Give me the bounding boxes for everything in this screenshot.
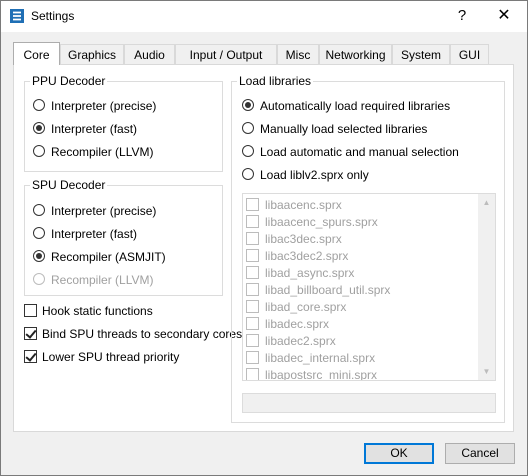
list-item: libadec_internal.sprx xyxy=(244,350,478,367)
scroll-down-icon[interactable]: ▼ xyxy=(478,363,495,380)
tab-graphics[interactable]: Graphics xyxy=(60,44,124,64)
tab-networking[interactable]: Networking xyxy=(319,44,392,64)
checkbox xyxy=(246,266,259,279)
radio-label: Interpreter (precise) xyxy=(51,99,157,113)
tab-audio[interactable]: Audio xyxy=(124,44,175,64)
radio-label: Load automatic and manual selection xyxy=(260,145,459,159)
list-item-label: libac3dec.sprx xyxy=(265,232,342,246)
checkbox-label: Hook static functions xyxy=(42,304,153,318)
list-item: libapostsrc_mini.sprx xyxy=(244,367,478,381)
checkbox xyxy=(246,249,259,262)
spu-decoder-group: SPU Decoder Interpreter (precise) Interp… xyxy=(24,178,223,296)
checkbox[interactable] xyxy=(24,327,37,340)
library-filter-input[interactable] xyxy=(242,393,496,413)
list-item-label: libac3dec2.sprx xyxy=(265,249,349,263)
list-item-label: libad_billboard_util.sprx xyxy=(265,283,391,297)
close-button[interactable]: ✕ xyxy=(493,5,515,27)
core-tab-panel: PPU Decoder Interpreter (precise) Interp… xyxy=(13,64,514,432)
ppu-decoder-title: PPU Decoder xyxy=(30,74,108,88)
list-item: libadec.sprx xyxy=(244,316,478,333)
radio-label: Recompiler (LLVM) xyxy=(51,145,154,159)
radio-label: Recompiler (ASMJIT) xyxy=(51,250,166,264)
library-list[interactable]: libaacenc.sprx libaacenc_spurs.sprx liba… xyxy=(242,193,496,381)
tab-core[interactable]: Core xyxy=(13,42,60,65)
tab-gui[interactable]: GUI xyxy=(450,44,489,64)
list-item-label: libadec2.sprx xyxy=(265,334,336,348)
checkbox xyxy=(246,198,259,211)
window-title: Settings xyxy=(31,9,75,23)
radio-button[interactable] xyxy=(33,227,45,239)
list-item-label: libaacenc_spurs.sprx xyxy=(265,215,378,229)
list-item-label: libadec.sprx xyxy=(265,317,330,331)
list-item: libadec2.sprx xyxy=(244,333,478,350)
checkbox xyxy=(246,317,259,330)
help-button[interactable]: ? xyxy=(451,5,473,27)
checkbox[interactable] xyxy=(24,304,37,317)
list-item: libaacenc_spurs.sprx xyxy=(244,214,478,231)
radio-button[interactable] xyxy=(242,122,254,134)
radio-label: Automatically load required libraries xyxy=(260,99,451,113)
list-item-label: libad_core.sprx xyxy=(265,300,347,314)
radio-label: Load liblv2.sprx only xyxy=(260,168,369,182)
radio-button[interactable] xyxy=(242,99,254,111)
list-item-label: libaacenc.sprx xyxy=(265,198,342,212)
radio-button[interactable] xyxy=(33,122,45,134)
radio-button[interactable] xyxy=(242,145,254,157)
radio-button[interactable] xyxy=(242,168,254,180)
list-item-label: libapostsrc_mini.sprx xyxy=(265,368,378,381)
tab-input-output[interactable]: Input / Output xyxy=(175,44,277,64)
checkbox-label: Bind SPU threads to secondary cores xyxy=(42,327,243,341)
radio-button xyxy=(33,273,45,285)
tab-system[interactable]: System xyxy=(392,44,450,64)
radio-label: Manually load selected libraries xyxy=(260,122,428,136)
radio-button[interactable] xyxy=(33,145,45,157)
checkbox xyxy=(246,215,259,228)
checkbox-label: Lower SPU thread priority xyxy=(42,350,180,364)
checkbox xyxy=(246,300,259,313)
list-item: libad_async.sprx xyxy=(244,265,478,282)
checkbox xyxy=(246,283,259,296)
spu-decoder-title: SPU Decoder xyxy=(30,178,108,192)
list-item: libad_billboard_util.sprx xyxy=(244,282,478,299)
load-libraries-group: Load libraries Automatically load requir… xyxy=(231,74,505,423)
list-item-label: libadec_internal.sprx xyxy=(265,351,376,365)
tab-misc[interactable]: Misc xyxy=(277,44,319,64)
radio-label: Interpreter (precise) xyxy=(51,204,157,218)
radio-label: Interpreter (fast) xyxy=(51,122,138,136)
settings-window: Settings ? ✕ Core Graphics Audio Input /… xyxy=(0,0,528,476)
radio-label: Recompiler (LLVM) xyxy=(51,273,154,287)
checkbox xyxy=(246,232,259,245)
checkbox xyxy=(246,334,259,347)
radio-label: Interpreter (fast) xyxy=(51,227,138,241)
cancel-button[interactable]: Cancel xyxy=(445,443,515,464)
list-item: libad_core.sprx xyxy=(244,299,478,316)
radio-button[interactable] xyxy=(33,99,45,111)
load-libraries-title: Load libraries xyxy=(237,74,314,88)
ok-button[interactable]: OK xyxy=(364,443,434,464)
radio-button[interactable] xyxy=(33,250,45,262)
list-item: libaacenc.sprx xyxy=(244,197,478,214)
list-item-label: libad_async.sprx xyxy=(265,266,355,280)
checkbox[interactable] xyxy=(24,350,37,363)
title-bar[interactable]: Settings ? ✕ xyxy=(1,1,527,32)
checkbox xyxy=(246,368,259,380)
list-item: libac3dec.sprx xyxy=(244,231,478,248)
rpcs3-icon xyxy=(10,9,24,23)
list-scrollbar[interactable]: ▲ ▼ xyxy=(478,194,495,380)
ppu-decoder-group: PPU Decoder Interpreter (precise) Interp… xyxy=(24,74,223,172)
checkbox xyxy=(246,351,259,364)
list-item: libac3dec2.sprx xyxy=(244,248,478,265)
radio-button[interactable] xyxy=(33,204,45,216)
scroll-up-icon[interactable]: ▲ xyxy=(478,194,495,211)
